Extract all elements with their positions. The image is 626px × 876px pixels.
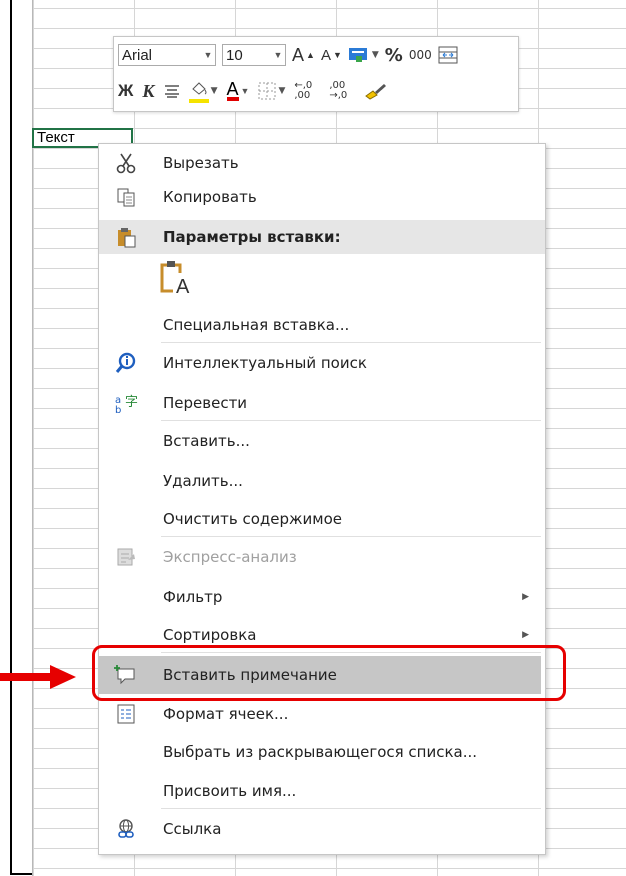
cell-styles-icon	[348, 48, 367, 62]
menu-separator	[161, 536, 541, 537]
menu-item-label: Экспресс-анализ	[163, 548, 297, 566]
menu-item-delete[interactable]: Удалить...	[99, 464, 545, 498]
svg-text:b: b	[115, 405, 121, 414]
menu-item-label: Очистить содержимое	[163, 510, 343, 528]
menu-separator	[161, 420, 541, 421]
menu-separator	[161, 808, 541, 809]
menu-item-cut[interactable]: Вырезать	[99, 146, 545, 180]
decrease-decimal-button[interactable]: ,00 →,0	[329, 81, 355, 101]
menu-item-translate[interactable]: ab字 Перевести	[99, 386, 545, 420]
context-menu: Вырезать Копировать Параметры вставки: A…	[98, 143, 546, 855]
menu-item-label: Фильтр	[163, 588, 223, 606]
chevron-down-icon: ▼	[371, 50, 379, 60]
menu-item-label: Интеллектуальный поиск	[163, 354, 367, 372]
menu-item-insert[interactable]: Вставить...	[99, 424, 545, 458]
increase-decimal-button[interactable]: ←,0 ,00	[294, 81, 320, 101]
highlight-box	[92, 645, 566, 701]
format-painter-icon	[365, 84, 387, 100]
cell-styles-button[interactable]: ▼	[348, 46, 379, 64]
menu-item-paste-special[interactable]: Специальная вставка...	[99, 308, 545, 342]
font-size-combo[interactable]: 10 ▼	[222, 44, 286, 66]
link-icon	[113, 816, 139, 842]
menu-separator	[161, 342, 541, 343]
font-color-icon: А	[226, 79, 239, 101]
borders-button[interactable]: ▼	[258, 82, 285, 100]
chevron-down-icon: ▼	[278, 86, 286, 96]
percent-icon: %	[384, 44, 403, 66]
shrink-font-button[interactable]: A ▼	[321, 47, 342, 64]
menu-item-label: Удалить...	[163, 472, 243, 490]
chevron-down-icon: ▼	[273, 50, 283, 60]
bold-icon: Ж	[118, 81, 134, 100]
menu-item-label: Формат ячеек...	[163, 705, 289, 723]
paste-icon	[113, 224, 139, 250]
menu-item-label: Присвоить имя...	[163, 782, 297, 800]
menu-item-filter[interactable]: Фильтр ▶	[99, 580, 545, 614]
chevron-down-icon: ▼	[240, 86, 250, 96]
menu-item-format-cells[interactable]: Формат ячеек...	[99, 697, 545, 731]
align-center-button[interactable]	[164, 84, 180, 98]
chevron-down-icon: ▼	[203, 50, 213, 60]
merge-center-button[interactable]	[438, 46, 458, 64]
align-center-icon	[164, 85, 179, 98]
shrink-font-icon: A	[320, 46, 331, 64]
menu-item-label: Специальная вставка...	[163, 316, 350, 334]
caret-up-icon: ▲	[306, 50, 315, 60]
grow-font-icon: A	[292, 44, 305, 65]
chevron-down-icon: ▼	[210, 86, 218, 96]
fill-color-button[interactable]: ▼	[188, 80, 218, 103]
thousands-icon: 000	[408, 48, 432, 62]
font-color-button[interactable]: А ▼	[226, 79, 250, 101]
bold-button[interactable]: Ж	[118, 81, 133, 101]
menu-item-label: Вставить...	[163, 432, 250, 450]
increase-decimal-icon: ←,0 ,00	[294, 80, 313, 101]
menu-item-smart-lookup[interactable]: Интеллектуальный поиск	[99, 346, 545, 380]
pointer-arrow-icon	[0, 665, 76, 689]
format-painter-button[interactable]	[364, 82, 388, 100]
submenu-arrow-icon: ▶	[522, 592, 529, 602]
menu-item-label: Перевести	[163, 394, 248, 412]
font-name-combo[interactable]: Arial ▼	[118, 44, 216, 66]
svg-text:A: A	[176, 276, 190, 297]
menu-item-label: Вырезать	[163, 154, 239, 172]
menu-item-define-name[interactable]: Присвоить имя...	[99, 774, 545, 808]
menu-item-copy[interactable]: Копировать	[99, 180, 545, 214]
menu-item-label: Выбрать из раскрывающегося списка...	[163, 743, 478, 761]
italic-icon: К	[142, 80, 155, 101]
comma-style-button[interactable]: 000	[409, 48, 432, 62]
submenu-arrow-icon: ▶	[522, 630, 529, 640]
merge-center-icon	[438, 46, 458, 64]
menu-item-pick-from-list[interactable]: Выбрать из раскрывающегося списка...	[99, 735, 545, 769]
quick-analysis-icon	[113, 544, 139, 570]
borders-icon	[258, 82, 276, 100]
svg-text:字: 字	[125, 395, 138, 410]
italic-button[interactable]: К	[142, 81, 154, 102]
smart-lookup-icon	[113, 350, 139, 376]
mini-toolbar: Arial ▼ 10 ▼ A ▲ A ▼ ▼ % 000 Ж К ▼ А ▼ ▼…	[113, 36, 519, 112]
menu-item-label: Сортировка	[163, 626, 257, 644]
grow-font-button[interactable]: A ▲	[292, 45, 315, 66]
format-cells-icon	[113, 701, 139, 727]
translate-icon: ab字	[113, 390, 139, 416]
percent-style-button[interactable]: %	[385, 45, 403, 66]
menu-item-quick-analysis: Экспресс-анализ	[99, 540, 545, 574]
menu-item-clear-contents[interactable]: Очистить содержимое	[99, 502, 545, 536]
paint-bucket-icon	[188, 80, 209, 103]
paste-values-icon: A	[160, 261, 190, 298]
decrease-decimal-icon: ,00 →,0	[329, 80, 348, 101]
scissors-icon	[113, 150, 139, 176]
menu-item-link[interactable]: Ссылка	[99, 812, 545, 846]
font-name-value: Arial	[122, 46, 153, 64]
caret-down-icon: ▼	[332, 50, 342, 60]
font-size-value: 10	[226, 46, 243, 64]
menu-item-label: Ссылка	[163, 820, 222, 838]
copy-icon	[113, 184, 139, 210]
menu-item-label: Копировать	[163, 188, 257, 206]
cell-value: Текст	[37, 129, 75, 146]
menu-header-paste-options: Параметры вставки:	[99, 220, 545, 254]
paste-values-option[interactable]: A	[159, 259, 191, 301]
menu-item-label: Параметры вставки:	[163, 228, 341, 246]
